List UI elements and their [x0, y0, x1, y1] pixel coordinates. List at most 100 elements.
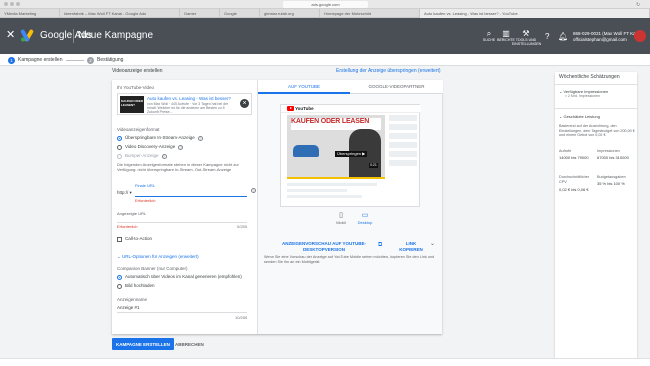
account-info[interactable]: 868-029-0031 (Max Woll FT Ka... official…	[573, 31, 639, 42]
step-create-campaign[interactable]: 1 Kampagne erstellen	[8, 56, 62, 64]
header-divider	[73, 29, 74, 43]
browser-tab-active[interactable]: Auto kaufen vs. Leasing - Was ist besser…	[420, 9, 650, 18]
reload-icon[interactable]: ↻	[636, 2, 640, 8]
impr-label: Impressionen	[597, 149, 620, 153]
notifications-icon[interactable]: 🔔︎	[558, 32, 568, 41]
open-external-icon[interactable]: ⧉	[378, 242, 382, 249]
browser-tab-strip: YMedia Marketing Ideenfabrik – Max Woll …	[0, 9, 650, 18]
tools-label: TOOLS UND EINSTELLUNGEN	[512, 38, 542, 46]
create-campaign-button[interactable]: KAMPAGNE ERSTELLEN	[112, 338, 174, 350]
radio-selected[interactable]	[117, 274, 122, 280]
performance-label: Geschätzte Leistung	[563, 114, 600, 119]
mobile-icon: ▯	[339, 212, 343, 219]
final-url-input[interactable]	[135, 187, 247, 197]
chevron-down-icon[interactable]: ⌄	[430, 240, 435, 247]
display-url-error: Erforderlich	[117, 224, 138, 229]
format-option-discovery[interactable]: Video Discovery-Anzeige ?	[117, 144, 184, 150]
cta-label: Call-to-Action	[125, 236, 153, 241]
estimated-performance[interactable]: ⌄ Geschätzte Leistung	[559, 114, 600, 119]
format-option-label: Bumper-Anzeige	[125, 153, 159, 158]
skip-ad-creation-link[interactable]: Erstellung der Anzeige überspringen (erw…	[336, 68, 441, 74]
help-icon[interactable]: ?	[161, 153, 167, 159]
impr-value: 67000 bis 310000	[597, 155, 629, 160]
window-close-dot[interactable]	[4, 2, 8, 6]
available-impressions[interactable]: ⌄ Verfügbare Impressionen > 2 Mrd. Impre…	[559, 89, 635, 99]
video-title[interactable]: Auto kaufen vs. Leasing - Was ist besser…	[147, 96, 237, 101]
thumbnail-text: KAUFEN ODER LEASEN?	[121, 99, 144, 107]
account-id: 868-029-0031 (Max Woll FT Ka...	[573, 31, 640, 36]
window-controls[interactable]	[4, 2, 20, 6]
video-field-label: Ihr YouTube-Video	[117, 85, 155, 90]
desktop-icon: ▭	[361, 212, 369, 219]
radio-unselected[interactable]	[117, 283, 122, 289]
radio-unselected[interactable]	[117, 144, 122, 150]
preview-note: Wenn Sie eine Vorschau der Anzeige auf Y…	[264, 255, 435, 264]
companion-option-label: Bild hochladen	[125, 283, 155, 288]
format-description: Die folgenden Anzeigenformate stehen in …	[117, 162, 239, 172]
selected-video[interactable]: KAUFEN ODER LEASEN? Auto kaufen vs. Leas…	[117, 93, 252, 115]
display-url-input[interactable]	[117, 216, 247, 223]
ad-name-counter: 10/255	[235, 315, 248, 320]
close-icon[interactable]: ✕	[6, 30, 15, 41]
display-url-counter: 0/255	[237, 224, 248, 229]
active-tab-indicator	[258, 92, 350, 94]
tab-youtube[interactable]: AUF YOUTUBE	[258, 84, 350, 90]
window-minimize-dot[interactable]	[10, 2, 14, 6]
cpv-value: 0,02 € bis 0,06 €	[559, 187, 589, 192]
final-url-error: Erforderlich	[135, 198, 156, 203]
radio-selected[interactable]	[117, 135, 122, 141]
tools-button[interactable]: ⚒ TOOLS UND EINSTELLUNGEN	[512, 29, 542, 46]
help-icon[interactable]: ?	[178, 144, 184, 150]
step-label: Kampagne erstellen	[18, 57, 63, 63]
ads-header: ✕ Google Ads Neue Kampagne ⌕ SUCHE ▥ BER…	[0, 18, 650, 54]
companion-option-upload[interactable]: Bild hochladen	[117, 283, 155, 289]
copy-link-button[interactable]: LINK KOPIEREN	[394, 241, 428, 252]
video-meta: von Max Woll · 445 Aufrufe · Vor 3 Tagen…	[147, 102, 229, 114]
ad-name-input[interactable]: Anzeige #1	[117, 305, 247, 313]
step-number: 2	[87, 56, 94, 64]
browser-bottom-bar	[0, 358, 650, 366]
browser-tab[interactable]: YMedia Marketing	[0, 9, 60, 18]
cta-checkbox[interactable]	[117, 236, 122, 242]
step-number: 1	[8, 56, 15, 64]
section-title: Videoanzeige erstellen	[112, 68, 163, 74]
desktop-preview-link[interactable]: ANZEIGENVORSCHAU AUF YOUTUBE-DESKTOPVERS…	[272, 241, 376, 252]
address-bar[interactable]: ads.google.com	[283, 1, 368, 8]
views-label: Aufrufe	[559, 149, 572, 153]
cancel-button[interactable]: ABBRECHEN	[171, 338, 208, 350]
step-connector	[66, 60, 84, 61]
browser-tab[interactable]: Google	[220, 9, 260, 18]
help-icon[interactable]: ?	[545, 32, 549, 41]
help-icon[interactable]: ?	[251, 188, 256, 193]
help-icon[interactable]: ?	[197, 135, 203, 141]
browser-tab[interactable]: Ideenfabrik – Max Woll FT Kanal - Google…	[60, 9, 180, 18]
browser-tab[interactable]: gimstar.rulab.org	[260, 9, 320, 18]
format-option-skippable[interactable]: Überspringbare In-Stream-Anzeige ?	[117, 135, 203, 141]
remove-video-icon[interactable]: ×	[240, 99, 249, 108]
cta-checkbox-row[interactable]: Call-to-Action	[117, 236, 152, 242]
video-progress-bar	[287, 177, 385, 179]
preview-video: KAUFEN ODER LEASEN Überspringen ▶ 0:21	[287, 115, 385, 177]
device-mobile[interactable]: ▯ Mobil	[329, 211, 353, 225]
tab-video-partners[interactable]: GOOGLE-VIDEOPARTNER	[350, 84, 443, 90]
video-ad-card: Ihr YouTube-Video KAUFEN ODER LEASEN? Au…	[112, 80, 443, 334]
divider	[555, 108, 637, 109]
url-protocol-select[interactable]: http:// ▾	[117, 190, 132, 196]
device-desktop[interactable]: ▭ Desktop	[353, 211, 377, 225]
avatar[interactable]	[634, 30, 646, 42]
impressions-value: > 2 Mrd. Impressionen	[565, 94, 600, 98]
format-label: Videoanzeigenformat	[117, 127, 160, 132]
tools-icon: ⚒	[522, 29, 530, 38]
companion-option-auto[interactable]: Automatisch über Videos im Kanal generie…	[117, 274, 242, 280]
format-option-label: Video Discovery-Anzeige	[125, 144, 176, 149]
step-confirmation[interactable]: 2 Bestätigung	[87, 56, 123, 64]
ad-settings-column: Ihr YouTube-Video KAUFEN ODER LEASEN? Au…	[112, 80, 257, 334]
window-zoom-dot[interactable]	[16, 2, 20, 6]
views-value: 14000 bis 79000	[559, 155, 589, 160]
browser-tab[interactable]: Gamer	[180, 9, 220, 18]
browser-tab[interactable]: Homepage der Mohrschild	[320, 9, 420, 18]
url-options-toggle[interactable]: ⌄ URL-Optionen für Anzeigen (erweitert)	[117, 254, 199, 260]
browser-toolbar: ads.google.com ↻	[0, 0, 650, 9]
youtube-logo: YouTube	[287, 106, 314, 111]
weekly-estimates-panel: Wöchentliche Schätzungen ⌄ Verfügbare Im…	[555, 72, 637, 362]
